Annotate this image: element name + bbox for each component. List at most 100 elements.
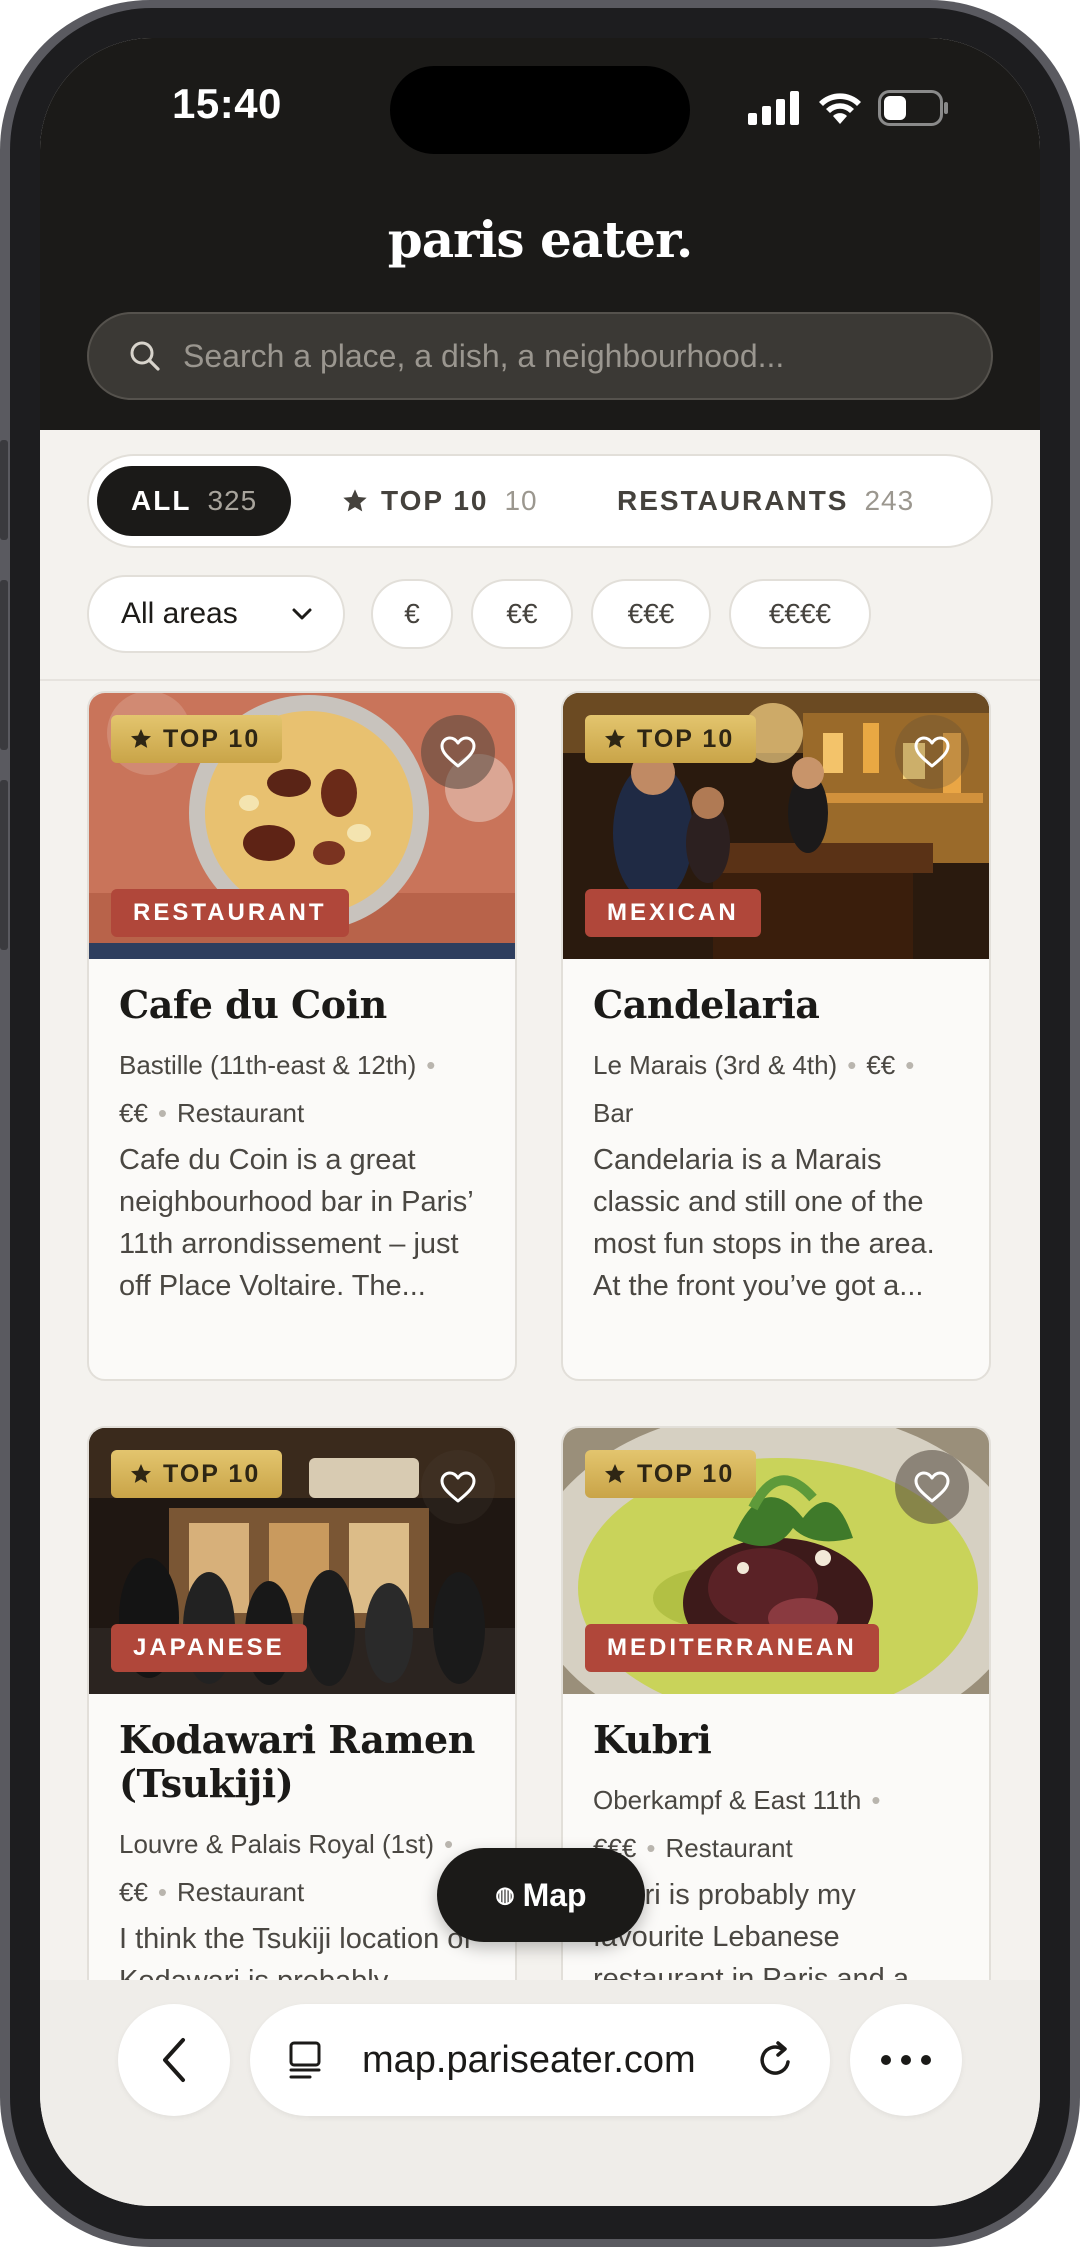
place-type: Restaurant: [177, 1877, 305, 1907]
globe-icon: ◍: [495, 1882, 515, 1907]
place-meta: Le Marais (3rd & 4th) • €€ • Bar: [593, 1050, 915, 1128]
place-area: Louvre & Palais Royal (1st): [119, 1829, 435, 1859]
category-tabs: ALL 325 TOP 10 10 RESTAURANTS 243: [87, 454, 993, 548]
badge-label: TOP 10: [637, 1459, 735, 1488]
place-description: Kubri is probably my favourite Lebanese …: [593, 1879, 909, 1980]
map-button[interactable]: ◍ Map: [437, 1848, 645, 1942]
app-header: 15:40 paris eater. Search a place, a dis…: [40, 38, 1040, 430]
place-type: Restaurant: [665, 1833, 793, 1863]
more-options-button[interactable]: [850, 2004, 962, 2116]
search-input[interactable]: Search a place, a dish, a neighbourhood.…: [87, 312, 993, 400]
star-icon: [605, 1464, 625, 1483]
heart-icon: [440, 736, 476, 768]
place-price: €€: [119, 1877, 148, 1907]
tab-restaurants[interactable]: RESTAURANTS 243: [617, 466, 914, 536]
wifi-icon: [819, 93, 861, 124]
battery-icon: [878, 90, 948, 126]
badge-label: TOP 10: [637, 724, 735, 753]
url-text: map.pariseater.com: [362, 2038, 696, 2081]
favorite-button[interactable]: [421, 715, 495, 789]
tab-count: 10: [504, 485, 538, 516]
search-placeholder: Search a place, a dish, a neighbourhood.…: [183, 337, 785, 374]
address-bar[interactable]: map.pariseater.com: [250, 2004, 830, 2116]
top-10-badge: TOP 10: [585, 715, 757, 763]
area-dropdown[interactable]: All areas: [87, 575, 345, 653]
top-10-badge: TOP 10: [111, 715, 283, 763]
place-meta: Louvre & Palais Royal (1st) • €€ • Restaura…: [119, 1829, 454, 1907]
place-area: Le Marais (3rd & 4th): [593, 1050, 838, 1080]
place-card[interactable]: TOP 10 MEXICAN Candelaria Le Marais (3rd…: [561, 691, 991, 1381]
screen: 15:40 paris eater. Search a place, a dis…: [40, 38, 1040, 2206]
heart-icon: [914, 736, 950, 768]
category-badge: MEDITERRANEAN: [585, 1624, 879, 1672]
place-title: Candelaria: [593, 982, 820, 1027]
search-icon: [130, 341, 160, 371]
card-body: Kodawari Ramen (Tsukiji) Louvre & Palais…: [89, 1694, 515, 1981]
place-photo: TOP 10 MEXICAN: [563, 693, 989, 959]
action-button: [0, 440, 8, 540]
tab-top-10[interactable]: TOP 10 10: [341, 466, 538, 536]
tab-count: 325: [207, 485, 258, 516]
price-filter-3[interactable]: €€€: [591, 579, 711, 649]
chevron-down-icon: [292, 608, 312, 620]
star-icon: [605, 729, 625, 748]
chevron-left-icon: [163, 2038, 185, 2082]
tab-count: 243: [864, 485, 915, 516]
card-body: Kubri Oberkampf & East 11th • €€€ • Restaur…: [563, 1694, 989, 1981]
category-badge: RESTAURANT: [111, 889, 349, 937]
card-body: Candelaria Le Marais (3rd & 4th) • €€ • Bar…: [563, 959, 989, 1337]
tab-label: RESTAURANTS: [617, 485, 849, 516]
signal-icon: [748, 91, 799, 125]
volume-down-button: [0, 780, 8, 950]
place-photo: TOP 10 MEDITERRANEAN: [563, 1428, 989, 1694]
badge-label: TOP 10: [163, 724, 261, 753]
status-time: 15:40: [172, 80, 282, 127]
place-area: Oberkampf & East 11th: [593, 1785, 862, 1815]
price-filter-4[interactable]: €€€€: [729, 579, 871, 649]
tab-all[interactable]: ALL 325: [97, 466, 292, 536]
place-card[interactable]: TOP 10 RESTAURANT Cafe du Coin Bastille …: [87, 691, 517, 1381]
place-description: Candelaria is a Marais classic and still…: [593, 1144, 935, 1302]
price-filter-2[interactable]: €€: [471, 579, 573, 649]
heart-icon: [914, 1471, 950, 1503]
favorite-button[interactable]: [895, 715, 969, 789]
price-filter-1[interactable]: €: [371, 579, 453, 649]
star-icon: [343, 489, 367, 512]
results-grid: TOP 10 RESTAURANT Cafe du Coin Bastille …: [40, 681, 1040, 1980]
reload-icon[interactable]: [756, 2040, 796, 2080]
card-body: Cafe du Coin Bastille (11th-east & 12th)…: [89, 959, 515, 1337]
place-type: Bar: [593, 1098, 634, 1128]
place-title: Kodawari Ramen (Tsukiji): [119, 1717, 475, 1806]
badge-label: TOP 10: [163, 1459, 261, 1488]
place-photo: TOP 10 JAPANESE: [89, 1428, 515, 1694]
page-menu-icon: [289, 2041, 321, 2079]
category-badge: JAPANESE: [111, 1624, 307, 1672]
heart-icon: [440, 1471, 476, 1503]
place-price: €€: [119, 1098, 148, 1128]
place-type: Restaurant: [177, 1098, 305, 1128]
volume-up-button: [0, 580, 8, 750]
map-button-label: Map: [522, 1876, 587, 1913]
place-meta: Oberkampf & East 11th • €€€ • Restaurant: [593, 1785, 881, 1863]
place-title: Cafe du Coin: [119, 982, 387, 1027]
place-price: €€: [866, 1050, 896, 1080]
more-icon: [881, 2055, 931, 2065]
tab-label: TOP 10: [381, 485, 489, 516]
top-10-badge: TOP 10: [585, 1450, 757, 1498]
browser-toolbar: map.pariseater.com: [40, 1980, 1040, 2206]
place-description: I think the Tsukiji location of Kodawari…: [119, 1923, 472, 1980]
back-button[interactable]: [118, 2004, 230, 2116]
status-icons: [748, 90, 950, 126]
top-10-badge: TOP 10: [111, 1450, 283, 1498]
tab-label: ALL: [131, 485, 192, 516]
favorite-button[interactable]: [895, 1450, 969, 1524]
star-icon: [131, 729, 151, 748]
brand-logo: paris eater.: [387, 210, 694, 269]
place-description: Cafe du Coin is a great neighbourhood ba…: [119, 1144, 473, 1302]
phone-frame: 15:40 paris eater. Search a place, a dis…: [0, 0, 1080, 2247]
category-badge: MEXICAN: [585, 889, 761, 937]
area-dropdown-value: All areas: [121, 597, 238, 630]
favorite-button[interactable]: [421, 1450, 495, 1524]
place-title: Kubri: [593, 1717, 712, 1762]
place-meta: Bastille (11th-east & 12th) • €€ • Restaura…: [119, 1050, 436, 1128]
